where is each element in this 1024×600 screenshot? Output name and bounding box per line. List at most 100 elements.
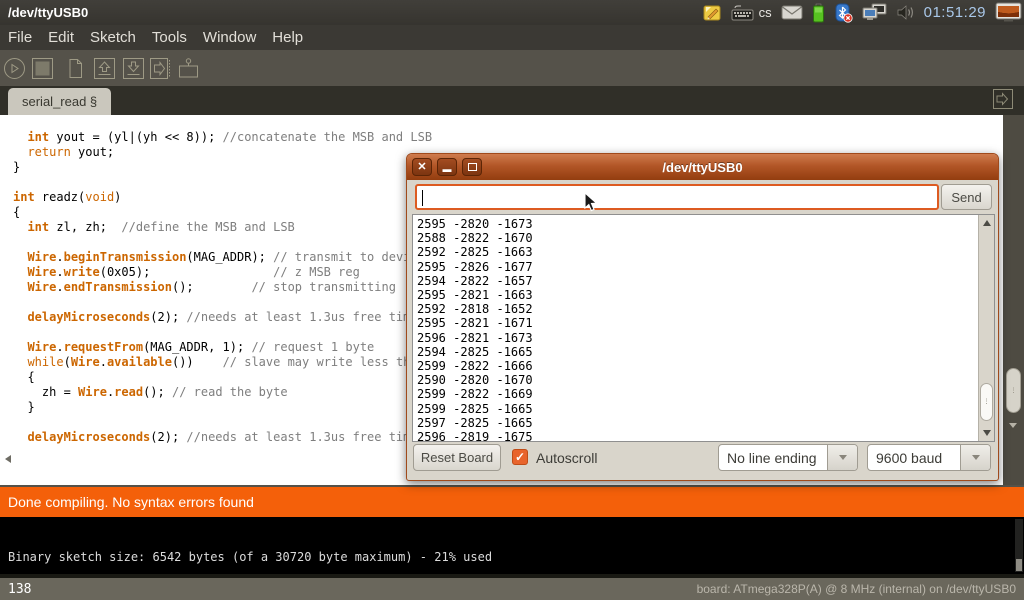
serial-monitor-icon <box>177 57 200 80</box>
serial-monitor-button[interactable] <box>177 57 200 80</box>
tab-serial-read[interactable]: serial_read § <box>8 88 111 115</box>
close-button[interactable]: ✕ <box>412 158 432 176</box>
clock[interactable]: 01:51:29 <box>924 4 986 21</box>
save-button[interactable] <box>122 57 145 80</box>
code-line: Wire.requestFrom(MAG_ADDR, 1); // reques… <box>13 340 432 355</box>
code-line <box>13 175 432 190</box>
menu-bar: File Edit Sketch Tools Window Help <box>0 25 1024 50</box>
grip-dots-icon: ⋮ <box>983 401 990 404</box>
serial-monitor-window: ✕ ▬ /dev/ttyUSB0 Send 2595 -2820 -1673 2… <box>406 153 999 481</box>
grip-dots-icon: ⋮ <box>1010 389 1017 392</box>
code-line: { <box>13 370 432 385</box>
mouse-cursor <box>584 192 599 218</box>
code-line: delayMicroseconds(2); //needs at least 1… <box>13 430 432 445</box>
console-scrollbar[interactable] <box>1015 519 1023 572</box>
scroll-up-icon[interactable] <box>983 220 991 226</box>
minimize-icon: ▬ <box>443 165 452 174</box>
serial-output-area[interactable]: 2595 -2820 -1673 2588 -2822 -1670 2592 -… <box>412 214 995 442</box>
stop-button[interactable] <box>31 57 54 80</box>
code-line <box>13 415 432 430</box>
upload-button[interactable] <box>149 57 172 80</box>
chevron-down-icon <box>839 455 847 460</box>
new-tab-icon <box>992 97 1014 114</box>
minimize-button[interactable]: ▬ <box>437 158 457 176</box>
baud-rate-dropdown[interactable]: 9600 baud <box>867 444 991 471</box>
menu-tools[interactable]: Tools <box>152 29 187 46</box>
code-line <box>13 295 432 310</box>
menu-edit[interactable]: Edit <box>48 29 74 46</box>
menu-sketch[interactable]: Sketch <box>90 29 136 46</box>
reset-board-button[interactable]: Reset Board <box>413 444 501 471</box>
bluetooth-icon[interactable] <box>834 3 853 23</box>
window-title: /dev/ttyUSB0 <box>0 5 88 20</box>
serial-controls-row: Reset Board ✓ Autoscroll No line ending … <box>407 443 998 473</box>
save-icon <box>122 57 145 80</box>
code-area: int yout = (yl|(yh << 8)); //concatenate… <box>13 130 432 445</box>
line-number: 138 <box>0 582 31 597</box>
serial-window-title: /dev/ttyUSB0 <box>407 160 998 175</box>
tab-label: serial_read § <box>22 94 97 109</box>
new-sketch-icon <box>64 57 87 80</box>
send-button[interactable]: Send <box>941 184 992 210</box>
power-icon[interactable] <box>995 2 1022 23</box>
network-icon[interactable] <box>862 3 887 22</box>
console-scrollbar-thumb[interactable] <box>1016 559 1022 571</box>
code-line: Wire.write(0x05); // z MSB reg <box>13 265 432 280</box>
verify-button[interactable] <box>3 57 26 80</box>
code-line: int readz(void) <box>13 190 432 205</box>
code-line: Wire.beginTransmission(MAG_ADDR); // tra… <box>13 250 432 265</box>
dropdown-arrow-segment[interactable] <box>960 445 990 470</box>
editor-scrollbar-thumb[interactable]: ⋮ <box>1006 368 1021 413</box>
baud-rate-value: 9600 baud <box>868 445 960 470</box>
new-sketch-button[interactable] <box>64 57 87 80</box>
text-caret <box>422 190 423 206</box>
mail-icon[interactable] <box>781 5 803 20</box>
scroll-down-icon[interactable] <box>983 430 991 436</box>
serial-window-titlebar[interactable]: ✕ ▬ /dev/ttyUSB0 <box>407 154 998 180</box>
send-label: Send <box>951 190 981 205</box>
editor-vertical-scrollbar[interactable]: ⋮ <box>1003 115 1024 485</box>
volume-icon[interactable] <box>896 4 915 21</box>
toolbar <box>0 50 1024 86</box>
line-ending-value: No line ending <box>719 445 827 470</box>
verify-icon <box>3 57 26 80</box>
serial-input-row: Send <box>407 181 998 213</box>
maximize-button[interactable] <box>462 158 482 176</box>
code-line: return yout; <box>13 145 432 160</box>
console-output: Binary sketch size: 6542 bytes (of a 307… <box>0 517 1024 574</box>
open-button[interactable] <box>93 57 116 80</box>
dropdown-arrow-segment[interactable] <box>827 445 857 470</box>
editor-scroll-down-icon[interactable] <box>1009 423 1017 428</box>
note-icon[interactable] <box>703 4 722 22</box>
code-line: int yout = (yl|(yh << 8)); //concatenate… <box>13 130 432 145</box>
code-line: Wire.endTransmission(); // stop transmit… <box>13 280 432 295</box>
menu-file[interactable]: File <box>8 29 32 46</box>
compile-status-bar: Done compiling. No syntax errors found <box>0 487 1024 517</box>
new-tab-button[interactable] <box>992 88 1014 110</box>
battery-icon[interactable] <box>812 3 825 23</box>
bottom-status-bar: 138 board: ATmega328P(A) @ 8 MHz (intern… <box>0 578 1024 600</box>
tab-bar: serial_read § <box>0 86 1024 115</box>
serial-output-scrollbar[interactable]: ⋮ <box>978 215 994 441</box>
line-ending-dropdown[interactable]: No line ending <box>718 444 858 471</box>
menu-help[interactable]: Help <box>272 29 303 46</box>
reset-board-label: Reset Board <box>421 450 493 465</box>
maximize-icon <box>468 163 477 171</box>
serial-input-field[interactable] <box>415 184 939 210</box>
upload-icon <box>149 57 172 80</box>
code-line: int zl, zh; //define the MSB and LSB <box>13 220 432 235</box>
top-panel: /dev/ttyUSB0 cs 01:51: <box>0 0 1024 25</box>
code-line: zh = Wire.read(); // read the byte <box>13 385 432 400</box>
menu-window[interactable]: Window <box>203 29 256 46</box>
arduino-ide-screen: /dev/ttyUSB0 cs 01:51: <box>0 0 1024 600</box>
keyboard-icon[interactable] <box>731 5 754 21</box>
code-line: } <box>13 160 432 175</box>
hscroll-left-icon[interactable] <box>5 455 11 463</box>
autoscroll-checkbox[interactable]: ✓ <box>512 449 528 465</box>
serial-scrollbar-thumb[interactable]: ⋮ <box>980 383 993 421</box>
board-info: board: ATmega328P(A) @ 8 MHz (internal) … <box>697 582 1016 596</box>
close-icon: ✕ <box>417 162 426 173</box>
code-line <box>13 235 432 250</box>
autoscroll-label: Autoscroll <box>536 450 597 466</box>
keyboard-layout-indicator[interactable]: cs <box>759 5 772 20</box>
